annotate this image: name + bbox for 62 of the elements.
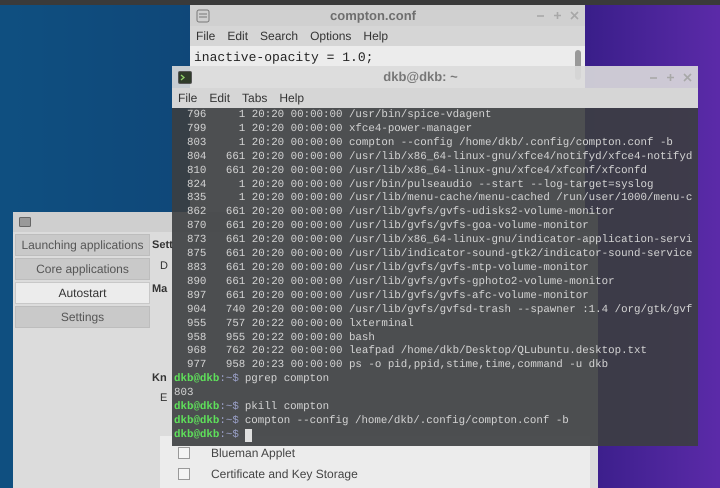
terminal-command: pgrep compton: [244, 373, 330, 388]
menu-item[interactable]: Edit: [227, 27, 248, 45]
terminal-line: 904 740 20:20 00:00:00 /usr/lib/gvfs/gvfsd-trash --spawner :1.4 /org/gtk/gvf: [186, 304, 694, 318]
maximize-icon[interactable]: [553, 11, 562, 20]
terminal-line: 890 661 20:20 00:00:00 /usr/lib/gvfs/gvfs-gphoto2-volume-monitor: [186, 276, 616, 290]
terminal-line: 897 661 20:20 00:00:00 /usr/lib/gvfs/gvfs-afc-volume-monitor: [186, 290, 590, 304]
terminal-command: compton --config /home/dkb/.config/compton.conf -b: [244, 414, 569, 429]
checkbox[interactable]: [178, 446, 190, 458]
prompt-path: :~$: [219, 428, 239, 443]
window-title: compton.conf: [329, 6, 417, 25]
close-icon[interactable]: [683, 72, 692, 82]
menu-item[interactable]: Search: [260, 27, 298, 45]
terminal-line: 958 955 20:22 00:00:00 bash: [186, 332, 376, 345]
terminal-line: 977 958 20:23 00:00:00 ps -o pid,ppid,stime,time,command -u dkb: [186, 359, 610, 373]
prompt-user: dkb@dkb: [174, 414, 220, 429]
code-line: inactive-opacity = 1.0;: [194, 49, 374, 67]
window-icon: [19, 217, 31, 227]
terminal-line: 835 1 20:20 00:00:00 /usr/lib/menu-cache/menu-cached /run/user/1000/menu-c: [186, 192, 694, 206]
menu-item[interactable]: File: [178, 89, 198, 107]
sidebar-tab[interactable]: Settings: [15, 306, 150, 328]
cut-off-label: Kn: [152, 370, 167, 386]
terminal-icon: [178, 70, 192, 84]
terminal-line: 804 661 20:20 00:00:00 /usr/lib/x86_64-linux-gnu/xfce4/notifyd/xfce4-notifyd: [186, 150, 694, 165]
terminal-line: 955 757 20:22 00:00:00 lxterminal: [186, 318, 415, 332]
prompt-path: :~$: [219, 401, 239, 415]
terminal-line: 803: [174, 387, 194, 401]
menu-item[interactable]: Edit: [209, 89, 230, 107]
terminal-line: 870 661 20:20 00:00:00 /usr/lib/gvfs/gvfs-goa-volume-monitor: [186, 220, 590, 234]
sidebar-tab[interactable]: Launching applications: [15, 234, 150, 256]
terminal-line: 799 1 20:20 00:00:00 xfce4-power-manager: [186, 122, 474, 137]
maximize-icon[interactable]: [666, 72, 675, 82]
prompt-path: :~$: [219, 373, 239, 388]
menu-item[interactable]: Help: [279, 89, 304, 107]
menu-item[interactable]: Tabs: [242, 89, 268, 107]
terminal-line: 824 1 20:20 00:00:00 /usr/bin/pulseaudio --start --log-target=syslog: [186, 178, 654, 192]
close-icon[interactable]: [570, 11, 579, 20]
menu-item[interactable]: File: [196, 27, 216, 45]
menu-item[interactable]: Help: [363, 27, 388, 45]
prompt-user: dkb@dkb: [174, 428, 220, 443]
prompt-user: dkb@dkb: [174, 373, 220, 388]
checkbox[interactable]: [178, 468, 190, 480]
terminal-command: pkill compton: [244, 401, 330, 415]
sidebar-tab[interactable]: Core applications: [15, 258, 150, 280]
prompt-path: :~$: [219, 414, 239, 429]
terminal-line: 810 661 20:20 00:00:00 /usr/lib/x86_64-linux-gnu/xfce4/xfconf/xfconfd: [186, 164, 648, 179]
cut-off-label: E: [159, 391, 168, 406]
cut-off-label: Ma: [152, 282, 168, 297]
terminal-line: 875 661 20:20 00:00:00 /usr/lib/indicator-sound-gtk2/indicator-sound-service: [186, 248, 694, 262]
autostart-item-label: Certificate and Key Storage: [211, 466, 358, 482]
sidebar-tab[interactable]: Autostart: [15, 282, 150, 304]
prompt-user: dkb@dkb: [174, 401, 220, 415]
menu-item[interactable]: Options: [310, 27, 352, 45]
window-title: dkb@dkb: ~: [382, 68, 459, 86]
terminal-line: 968 762 20:22 00:00:00 leafpad /home/dkb/Desktop/QLubuntu.desktop.txt: [186, 345, 648, 359]
terminal-line: 883 661 20:20 00:00:00 /usr/lib/gvfs/gvfs-mtp-volume-monitor: [186, 262, 590, 276]
terminal-line: 796 1 20:20 00:00:00 /usr/bin/spice-vdagent: [186, 109, 492, 123]
autostart-item-label: Blueman Applet: [211, 444, 296, 462]
terminal-line: 862 661 20:20 00:00:00 /usr/lib/gvfs/gvfs-udisks2-volume-monitor: [186, 206, 616, 220]
notepad-icon: [196, 8, 210, 22]
cut-off-label: D: [159, 258, 168, 274]
terminal-line: 803 1 20:20 00:00:00 compton --config /home/dkb/.config/compton.conf -b: [186, 136, 674, 151]
terminal-line: 873 661 20:20 00:00:00 /usr/lib/x86_64-linux-gnu/indicator-application-servi: [186, 234, 694, 248]
